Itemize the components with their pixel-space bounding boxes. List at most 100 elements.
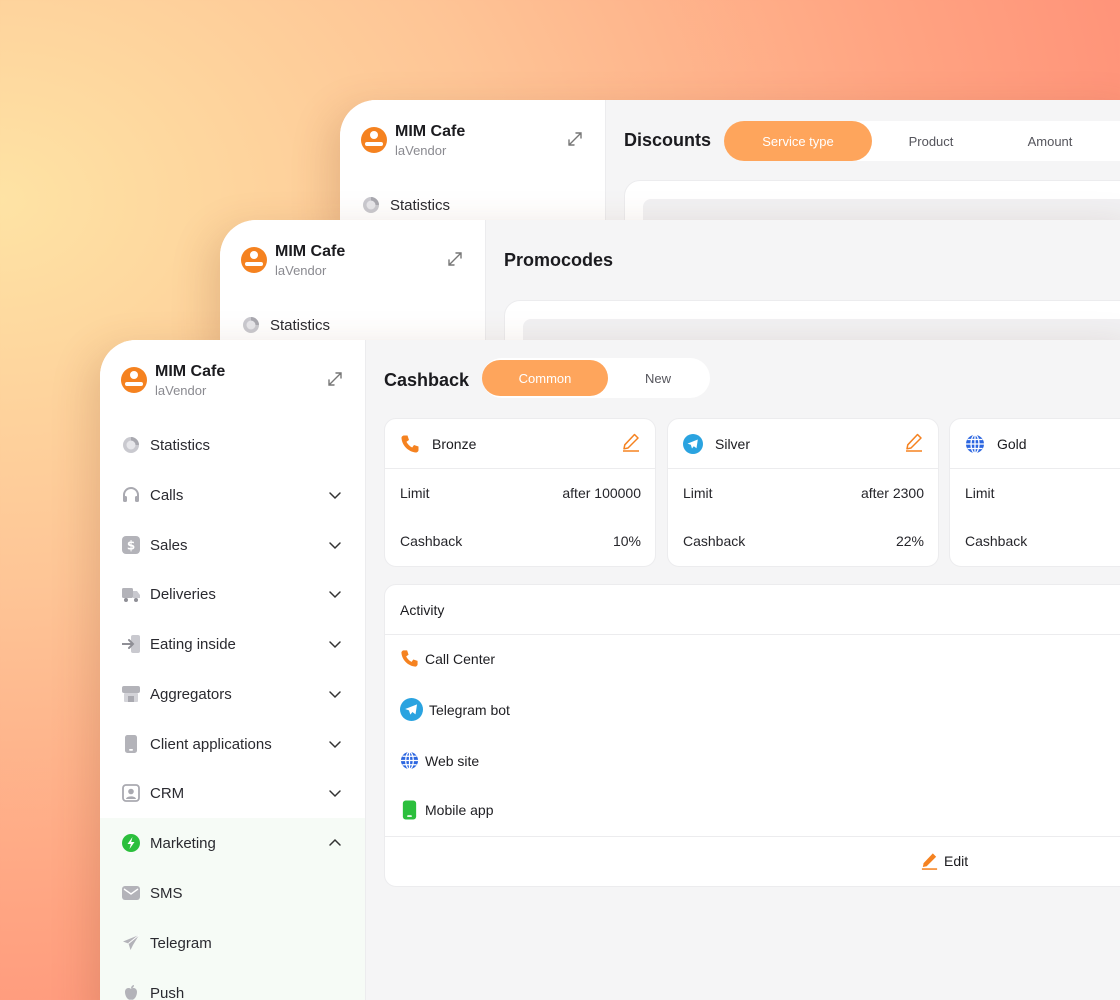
sidebar-item-telegram[interactable]: Telegram: [122, 931, 212, 955]
enter-icon: [122, 635, 140, 653]
sidebar-item-crm[interactable]: CRM: [122, 781, 184, 805]
page-title: Promocodes: [504, 250, 614, 270]
sidebar-item-label: Telegram: [150, 934, 212, 952]
sidebar-item-label: Client applications: [150, 735, 272, 753]
phone-icon: [125, 735, 137, 753]
activity-item-call-center[interactable]: Call Center: [400, 649, 495, 668]
activity-item-label: Call Center: [425, 650, 496, 667]
brand: MIM Cafe laVendor: [121, 362, 225, 400]
activity-item-label: Mobile app: [425, 802, 494, 818]
tier-name: Gold: [997, 435, 1027, 452]
brand: MIM Cafe laVendor: [361, 122, 465, 160]
brand-logo-icon: [121, 367, 147, 393]
truck-icon: [122, 588, 140, 602]
sidebar-item-label: Marketing: [150, 834, 216, 852]
headphones-icon: [123, 487, 139, 502]
store-icon: [122, 686, 140, 702]
discounts-main: Discounts Service type Product Amount: [606, 100, 1120, 230]
cashback-window: MIM Cafe laVendor Statistics Calls $ Sal…: [100, 340, 1120, 1000]
limit-value: after 100000: [562, 485, 641, 501]
sidebar-item-sales[interactable]: $ Sales: [122, 533, 188, 557]
expand-icon[interactable]: [326, 370, 344, 388]
expand-icon[interactable]: [446, 250, 464, 268]
sidebar-item-statistics[interactable]: Statistics: [122, 433, 210, 457]
chevron-down-icon[interactable]: [328, 786, 342, 800]
pencil-icon: [921, 853, 938, 870]
sidebar-item-label: Statistics: [150, 436, 211, 454]
promocodes-window: MIM Cafe laVendor Statistics Promocodes: [220, 220, 1120, 350]
brand: MIM Cafe laVendor: [241, 242, 345, 280]
sidebar-item-deliveries[interactable]: Deliveries: [122, 582, 216, 606]
brand-title: MIM Cafe: [275, 243, 346, 260]
activity-item-telegram-bot[interactable]: Telegram bot: [400, 698, 510, 721]
svg-text:$: $: [127, 539, 135, 553]
sidebar-item-calls[interactable]: Calls: [122, 483, 183, 507]
expand-icon[interactable]: [566, 130, 584, 148]
activity-item-web-site[interactable]: Web site: [400, 751, 479, 770]
chevron-down-icon[interactable]: [328, 488, 342, 502]
sidebar-item-statistics[interactable]: Statistics: [362, 193, 450, 217]
tier-name: Silver: [715, 435, 751, 452]
bolt-icon: [122, 834, 140, 852]
tab-service-type[interactable]: Service type: [724, 121, 872, 161]
chevron-down-icon[interactable]: [328, 687, 342, 701]
tier-card-gold: Gold Limit Cashback: [949, 418, 1120, 567]
sidebar-item-label: SMS: [150, 884, 183, 902]
tab-product[interactable]: Product: [872, 121, 990, 161]
statistics-icon: [363, 197, 379, 213]
brand-subtitle: laVendor: [275, 263, 327, 278]
chevron-down-icon[interactable]: [328, 538, 342, 552]
globe-icon: [400, 751, 419, 770]
limit-label: Limit: [683, 485, 713, 501]
pencil-icon[interactable]: [621, 432, 641, 452]
edit-button[interactable]: Edit: [920, 851, 968, 870]
sidebar-item-sms[interactable]: SMS: [122, 881, 183, 905]
promocodes-main: Promocodes: [486, 220, 1120, 350]
tab-amount[interactable]: Amount: [990, 121, 1110, 161]
sidebar-item-eating-inside[interactable]: Eating inside: [122, 632, 236, 656]
chevron-down-icon[interactable]: [328, 737, 342, 751]
pencil-icon[interactable]: [904, 432, 924, 452]
cashback-label: Cashback: [965, 533, 1028, 549]
chevron-down-icon[interactable]: [328, 637, 342, 651]
page-title: Cashback: [384, 370, 470, 390]
sidebar-item-label: Calls: [150, 486, 184, 504]
dollar-icon: $: [122, 536, 140, 554]
brand-subtitle: laVendor: [395, 143, 447, 158]
cashback-label: Cashback: [683, 533, 746, 549]
chevron-down-icon[interactable]: [328, 587, 342, 601]
sidebar-item-push[interactable]: Push: [122, 981, 184, 1000]
activity-footer: Edit: [385, 836, 1120, 888]
activity-item-label: Telegram bot: [429, 701, 510, 718]
sidebar: MIM Cafe laVendor Statistics: [220, 220, 486, 350]
phone-call-icon: [401, 650, 418, 667]
sidebar-item-client-applications[interactable]: Client applications: [122, 732, 272, 756]
sidebar-item-label: Sales: [150, 536, 188, 554]
cashback-tabs: Common New: [482, 358, 710, 398]
activity-card: Activity Call Center Telegram bot Web si…: [384, 584, 1120, 887]
cashback-value: 22%: [895, 533, 924, 549]
chevron-up-icon[interactable]: [328, 836, 342, 850]
tab-new[interactable]: New: [608, 358, 708, 398]
sidebar-item-marketing[interactable]: Marketing: [122, 831, 216, 855]
paper-plane-icon: [123, 934, 140, 950]
tier-name: Bronze: [432, 435, 477, 452]
page-title: Discounts: [624, 130, 712, 150]
sidebar: MIM Cafe laVendor Statistics Calls $ Sal…: [100, 340, 366, 1000]
statistics-icon: [123, 437, 139, 453]
sidebar-item-label: Deliveries: [150, 585, 216, 603]
sidebar-item-label: Statistics: [390, 196, 451, 214]
mail-icon: [122, 886, 140, 900]
discounts-window: MIM Cafe laVendor Statistics Discounts S…: [340, 100, 1120, 230]
sidebar-item-label: CRM: [150, 784, 185, 802]
phone-call-icon: [401, 435, 419, 452]
brand-logo-icon: [361, 127, 387, 153]
apple-icon: [125, 985, 137, 1000]
sidebar-item-aggregators[interactable]: Aggregators: [122, 682, 232, 706]
sidebar-item-statistics[interactable]: Statistics: [242, 313, 330, 337]
user-card-icon: [122, 784, 140, 802]
mobile-phone-icon: [402, 800, 417, 820]
tab-common[interactable]: Common: [482, 360, 608, 396]
edit-label: Edit: [944, 852, 969, 869]
activity-item-mobile-app[interactable]: Mobile app: [400, 800, 494, 820]
